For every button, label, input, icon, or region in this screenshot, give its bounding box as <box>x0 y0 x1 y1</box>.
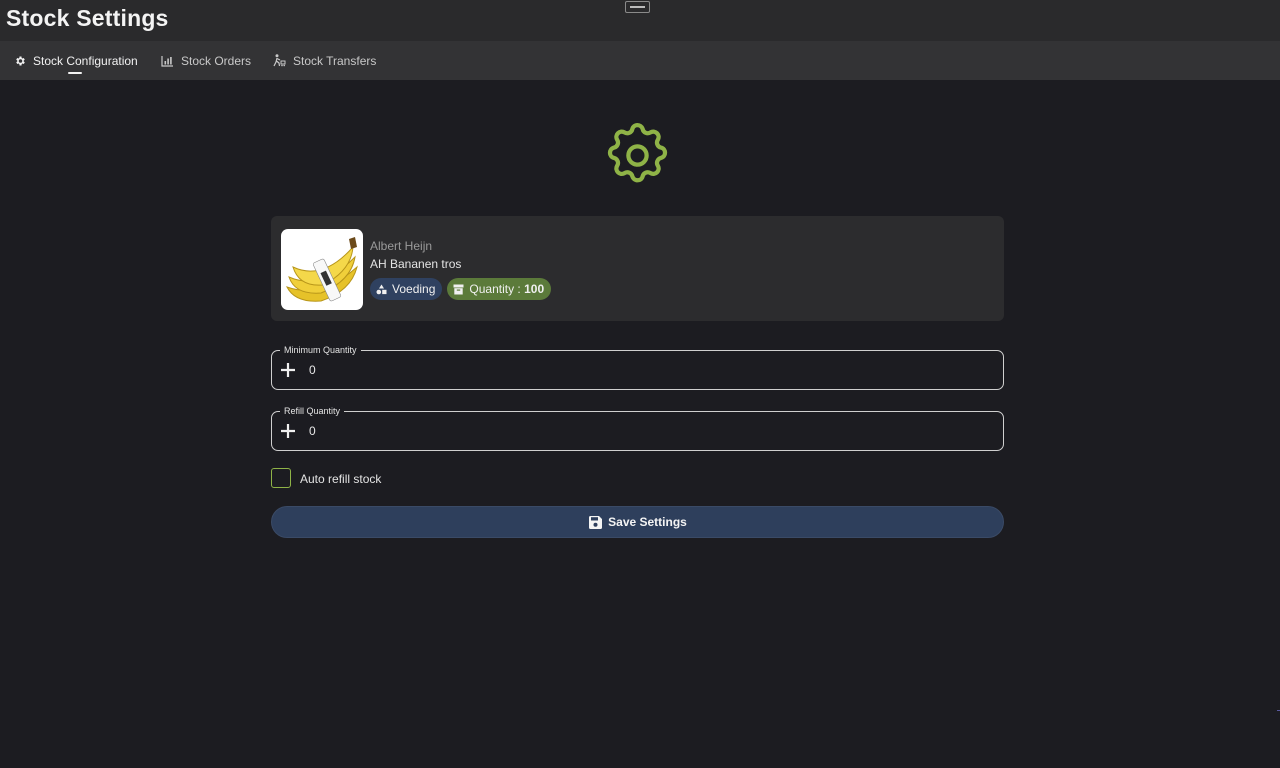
quantity-chip: Quantity : 100 <box>447 278 552 300</box>
person-cart-icon <box>273 54 286 67</box>
product-name: AH Bananen tros <box>370 257 462 271</box>
title-bar: Stock Settings <box>0 0 1280 41</box>
product-card: Albert Heijn AH Bananen tros Voeding Qua… <box>271 216 1004 321</box>
auto-refill-label: Auto refill stock <box>300 472 382 486</box>
floppy-disk-icon <box>589 515 603 529</box>
quantity-value: 100 <box>524 282 545 296</box>
tab-stock-orders[interactable]: Stock Orders <box>161 41 251 80</box>
tab-label: Stock Configuration <box>33 53 138 68</box>
tab-stock-configuration[interactable]: Stock Configuration <box>14 41 138 80</box>
minimum-quantity-field[interactable]: Minimum Quantity 0 <box>271 344 1004 390</box>
plus-icon[interactable] <box>279 361 297 379</box>
minimum-quantity-label: Minimum Quantity <box>280 344 361 356</box>
shapes-icon <box>376 284 387 294</box>
active-tab-indicator <box>68 72 82 74</box>
gear-icon <box>16 56 25 65</box>
refill-quantity-field[interactable]: Refill Quantity 0 <box>271 405 1004 451</box>
product-brand: Albert Heijn <box>370 239 433 253</box>
tab-label: Stock Orders <box>181 53 252 68</box>
chart-icon <box>161 55 173 67</box>
tab-stock-transfers[interactable]: Stock Transfers <box>273 41 376 80</box>
page-title: Stock Settings <box>6 5 169 31</box>
banana-image <box>281 229 363 310</box>
auto-refill-checkbox[interactable] <box>271 468 291 488</box>
settings-gear-icon <box>607 123 668 183</box>
drag-handle[interactable] <box>625 1 650 13</box>
save-settings-button[interactable]: Save Settings <box>271 506 1004 538</box>
archive-icon <box>453 284 464 294</box>
tab-label: Stock Transfers <box>293 53 377 68</box>
tab-bar: Stock Configuration Stock Orders Stock T… <box>0 41 1280 80</box>
minimum-quantity-input[interactable]: 0 <box>309 363 316 377</box>
category-chip: Voeding <box>370 278 443 300</box>
save-settings-label: Save Settings <box>608 515 687 529</box>
refill-quantity-input[interactable]: 0 <box>309 424 316 438</box>
quantity-label: Quantity : <box>469 282 525 296</box>
refill-quantity-label: Refill Quantity <box>280 405 345 417</box>
plus-icon[interactable] <box>279 422 297 440</box>
category-label: Voeding <box>392 282 436 296</box>
